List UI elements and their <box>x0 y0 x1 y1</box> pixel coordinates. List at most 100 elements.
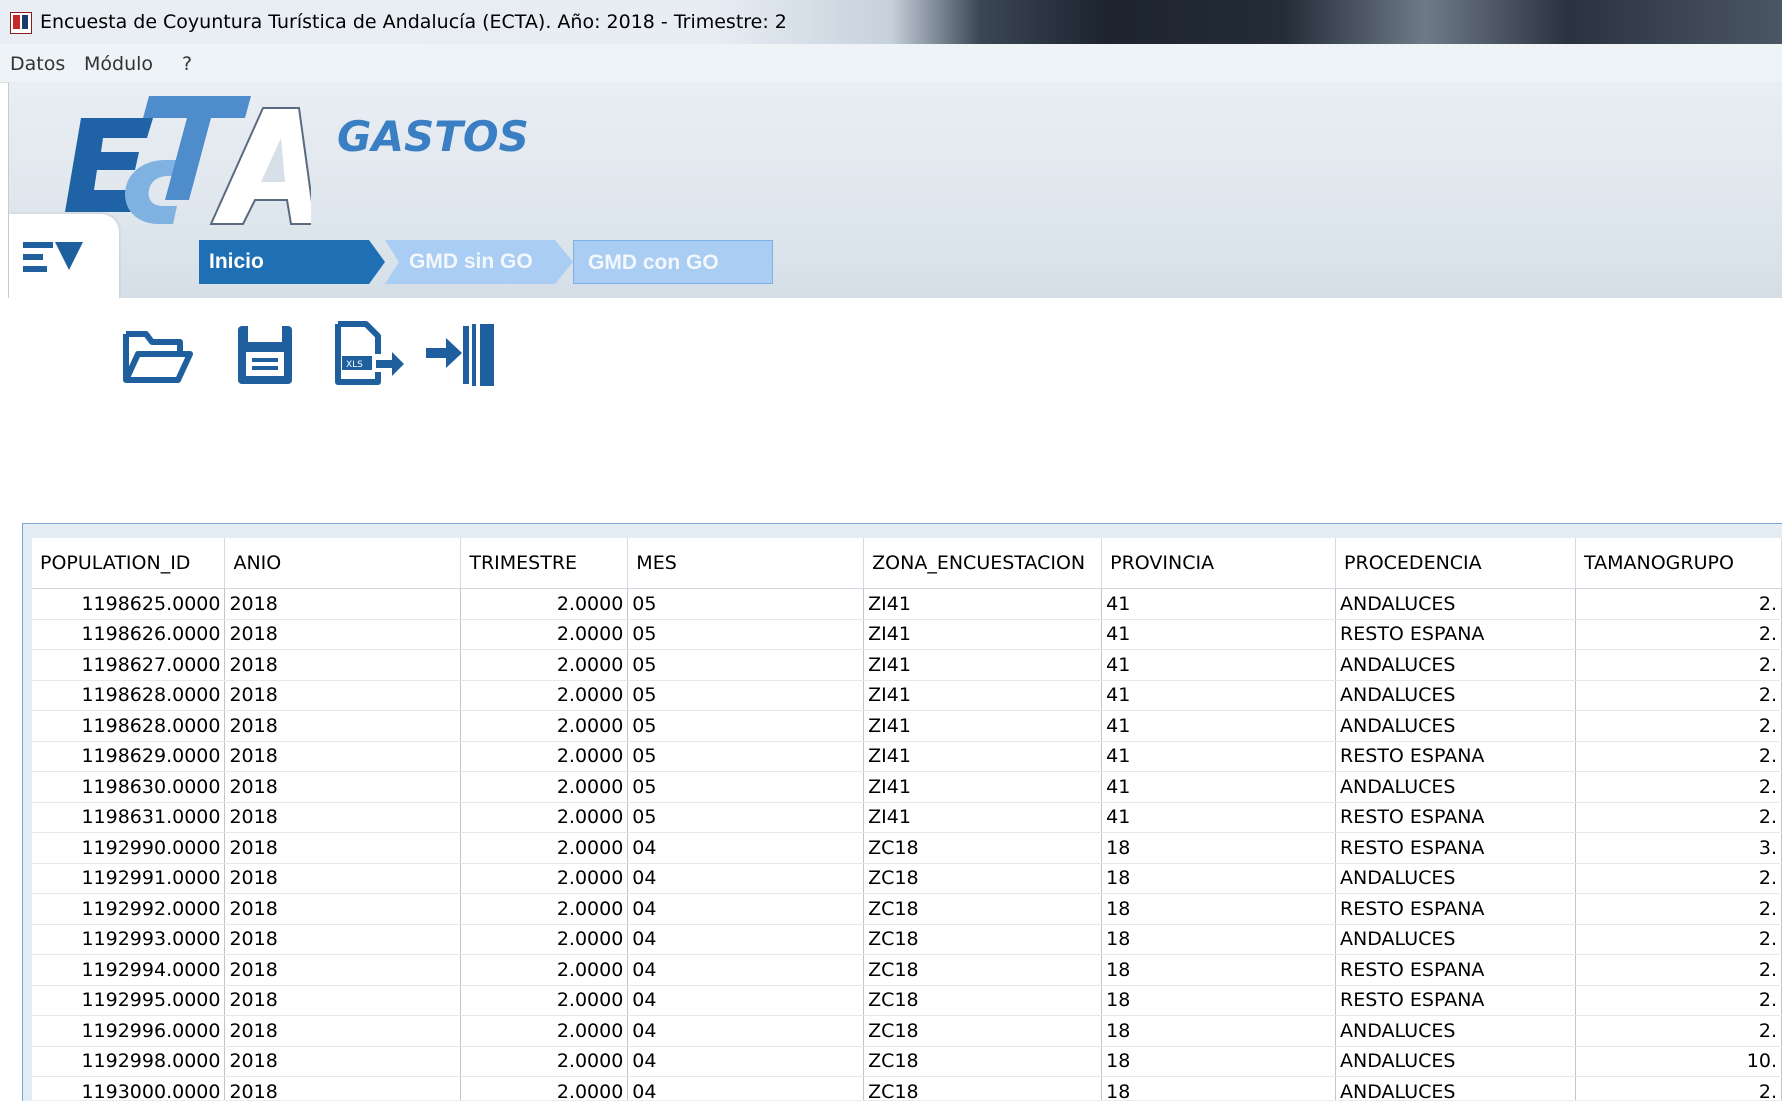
table-cell[interactable]: 1192998.0000 <box>32 1046 226 1077</box>
table-cell[interactable]: RESTO ESPANA <box>1335 893 1576 925</box>
menu-modulo[interactable]: Módulo <box>84 53 153 75</box>
table-cell[interactable]: RESTO ESPANA <box>1335 619 1576 650</box>
table-cell[interactable]: 2. <box>1575 985 1782 1016</box>
table-cell[interactable]: 2. <box>1575 680 1782 711</box>
table-cell[interactable]: 04 <box>627 985 865 1016</box>
table-cell[interactable]: 1198628.0000 <box>32 680 226 711</box>
table-cell[interactable]: 18 <box>1101 924 1337 955</box>
breadcrumb-gmd-sin-go[interactable]: GMD sin GO <box>385 240 573 284</box>
table-cell[interactable]: 2018 <box>224 1046 462 1077</box>
table-cell[interactable]: 1198628.0000 <box>32 710 226 742</box>
table-cell[interactable]: 2018 <box>224 710 462 742</box>
table-cell[interactable]: 2. <box>1575 619 1782 650</box>
table-cell[interactable]: 04 <box>627 1046 865 1077</box>
table-cell[interactable]: 2. <box>1575 954 1782 986</box>
table-cell[interactable]: 2.0000 <box>460 893 629 925</box>
table-cell[interactable]: 05 <box>627 710 865 742</box>
table-cell[interactable]: 2018 <box>224 649 462 681</box>
collapse-menu-tab[interactable] <box>9 214 119 298</box>
table-cell[interactable]: 2. <box>1575 893 1782 925</box>
table-cell[interactable]: 2.0000 <box>460 588 629 620</box>
open-folder-icon[interactable] <box>120 320 194 390</box>
table-cell[interactable]: 2.0000 <box>460 1015 629 1047</box>
breadcrumb-gmd-con-go[interactable]: GMD con GO <box>573 240 773 284</box>
table-cell[interactable]: ZC18 <box>863 1076 1103 1100</box>
table-cell[interactable]: 2. <box>1575 649 1782 681</box>
table-row[interactable]: 1198626.0000 2018 2.0000 05 ZI41 41 RESTO ESPA… <box>32 619 1782 650</box>
table-cell[interactable]: ANDALUCES <box>1335 863 1576 894</box>
table-cell[interactable]: 1198630.0000 <box>32 771 226 803</box>
table-cell[interactable]: 2.0000 <box>460 771 629 803</box>
table-cell[interactable]: 41 <box>1101 710 1337 742</box>
breadcrumb-inicio[interactable]: Inicio <box>199 240 385 284</box>
table-cell[interactable]: 2.0000 <box>460 649 629 681</box>
table-cell[interactable]: 1192992.0000 <box>32 893 226 925</box>
table-cell[interactable]: RESTO ESPANA <box>1335 802 1576 833</box>
exit-icon[interactable] <box>426 320 500 390</box>
table-cell[interactable]: 2018 <box>224 802 462 833</box>
table-cell[interactable]: 04 <box>627 863 865 894</box>
table-cell[interactable]: 1193000.0000 <box>32 1076 226 1100</box>
table-cell[interactable]: 1198625.0000 <box>32 588 226 620</box>
table-cell[interactable]: 2.0000 <box>460 710 629 742</box>
table-cell[interactable]: ZI41 <box>863 680 1103 711</box>
data-grid[interactable]: POPULATION_ID ANIO TRIMESTRE MES ZONA_ENCUES… <box>32 538 1782 1100</box>
column-header[interactable]: TRIMESTRE <box>460 538 629 589</box>
table-cell[interactable]: 3. <box>1575 832 1782 864</box>
table-cell[interactable]: 04 <box>627 924 865 955</box>
table-cell[interactable]: 05 <box>627 741 865 772</box>
table-row[interactable]: 1198629.0000 2018 2.0000 05 ZI41 41 RESTO ESPA… <box>32 741 1782 772</box>
table-row[interactable]: 1192990.0000 2018 2.0000 04 ZC18 18 RESTO ESPA… <box>32 832 1782 864</box>
table-cell[interactable]: 2. <box>1575 588 1782 620</box>
table-row[interactable]: 1198631.0000 2018 2.0000 05 ZI41 41 RESTO ESPA… <box>32 802 1782 833</box>
table-cell[interactable]: ZC18 <box>863 893 1103 925</box>
table-cell[interactable]: 2.0000 <box>460 954 629 986</box>
column-header[interactable]: ZONA_ENCUESTACION <box>863 538 1103 589</box>
table-row[interactable]: 1192991.0000 2018 2.0000 04 ZC18 18 ANDALUCES 2… <box>32 863 1782 894</box>
column-header[interactable]: MES <box>627 538 865 589</box>
table-cell[interactable]: 2018 <box>224 1076 462 1100</box>
table-cell[interactable]: 18 <box>1101 832 1337 864</box>
table-cell[interactable]: ZI41 <box>863 741 1103 772</box>
table-cell[interactable]: ANDALUCES <box>1335 924 1576 955</box>
export-xls-icon[interactable]: XLS <box>332 320 406 390</box>
save-icon[interactable] <box>230 320 304 390</box>
table-cell[interactable]: 10. <box>1575 1046 1782 1077</box>
table-cell[interactable]: ZC18 <box>863 832 1103 864</box>
table-cell[interactable]: 2.0000 <box>460 985 629 1016</box>
table-cell[interactable]: ZC18 <box>863 985 1103 1016</box>
table-cell[interactable]: ANDALUCES <box>1335 588 1576 620</box>
table-cell[interactable]: 2018 <box>224 954 462 986</box>
table-cell[interactable]: 18 <box>1101 863 1337 894</box>
table-cell[interactable]: 2018 <box>224 985 462 1016</box>
table-cell[interactable]: 41 <box>1101 588 1337 620</box>
table-cell[interactable]: 05 <box>627 802 865 833</box>
table-row[interactable]: 1192995.0000 2018 2.0000 04 ZC18 18 RESTO ESPA… <box>32 985 1782 1016</box>
table-cell[interactable]: ZI41 <box>863 771 1103 803</box>
column-header[interactable]: ANIO <box>224 538 462 589</box>
table-cell[interactable]: ZC18 <box>863 954 1103 986</box>
table-cell[interactable]: RESTO ESPANA <box>1335 832 1576 864</box>
table-row[interactable]: 1192994.0000 2018 2.0000 04 ZC18 18 RESTO ESPA… <box>32 954 1782 986</box>
table-cell[interactable]: 2. <box>1575 1015 1782 1047</box>
table-cell[interactable]: 1198631.0000 <box>32 802 226 833</box>
table-row[interactable]: 1193000.0000 2018 2.0000 04 ZC18 18 ANDALUCES 2… <box>32 1076 1782 1100</box>
column-header[interactable]: TAMANOGRUPO <box>1575 538 1782 589</box>
table-cell[interactable]: ANDALUCES <box>1335 680 1576 711</box>
table-cell[interactable]: ANDALUCES <box>1335 649 1576 681</box>
table-cell[interactable]: 2018 <box>224 680 462 711</box>
table-row[interactable]: 1198628.0000 2018 2.0000 05 ZI41 41 ANDALUCES 2… <box>32 710 1782 742</box>
table-cell[interactable]: ZC18 <box>863 1015 1103 1047</box>
table-cell[interactable]: ZC18 <box>863 863 1103 894</box>
table-cell[interactable]: ANDALUCES <box>1335 1015 1576 1047</box>
table-cell[interactable]: 2018 <box>224 1015 462 1047</box>
table-cell[interactable]: 2.0000 <box>460 802 629 833</box>
table-cell[interactable]: 2. <box>1575 710 1782 742</box>
table-cell[interactable]: 18 <box>1101 1046 1337 1077</box>
table-cell[interactable]: 2.0000 <box>460 832 629 864</box>
table-cell[interactable]: 41 <box>1101 802 1337 833</box>
column-header[interactable]: PROCEDENCIA <box>1335 538 1576 589</box>
table-cell[interactable]: 2018 <box>224 832 462 864</box>
table-cell[interactable]: 18 <box>1101 1015 1337 1047</box>
table-cell[interactable]: ANDALUCES <box>1335 1046 1576 1077</box>
